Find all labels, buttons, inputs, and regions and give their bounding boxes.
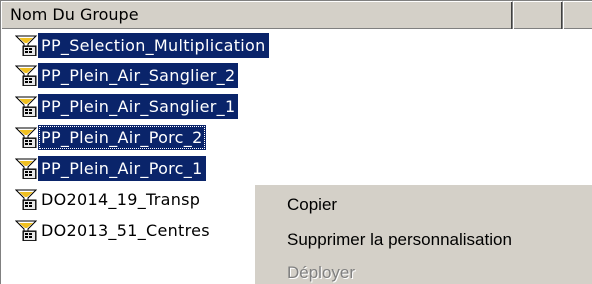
list-item[interactable]: PP_Plein_Air_Porc_2 xyxy=(1,123,206,151)
list-header: Nom Du Groupe xyxy=(1,1,592,29)
menu-item-copier[interactable]: Copier xyxy=(287,192,337,218)
group-name: DO2014_19_Transp xyxy=(41,189,201,209)
group-icon xyxy=(14,126,38,149)
list-item[interactable]: PP_Plein_Air_Sanglier_2 xyxy=(1,61,239,89)
context-menu: Copier Supprimer la personnalisation Dép… xyxy=(254,184,592,284)
group-name: PP_Plein_Air_Porc_2 xyxy=(38,124,206,150)
list-item[interactable]: PP_Plein_Air_Porc_1 xyxy=(1,154,206,182)
menu-item-deployer[interactable]: Déployer xyxy=(287,260,355,284)
group-list-window: Nom Du Groupe PP_Selection_Multiplicatio… xyxy=(0,0,592,284)
menu-item-supprimer-personnalisation[interactable]: Supprimer la personnalisation xyxy=(287,227,512,253)
group-name: DO2013_51_Centres xyxy=(41,220,210,240)
group-icon xyxy=(14,34,38,57)
group-name: PP_Plein_Air_Sanglier_1 xyxy=(38,93,239,119)
group-icon xyxy=(14,95,38,118)
group-name: PP_Plein_Air_Sanglier_2 xyxy=(38,62,239,88)
column-header-name[interactable]: Nom Du Groupe xyxy=(1,1,513,29)
list-item[interactable]: PP_Selection_Multiplication xyxy=(1,31,269,59)
list-item[interactable]: PP_Plein_Air_Sanglier_1 xyxy=(1,92,239,120)
group-name: PP_Plein_Air_Porc_1 xyxy=(38,155,206,181)
group-icon xyxy=(14,157,38,180)
group-icon xyxy=(14,219,38,242)
group-icon xyxy=(14,64,38,87)
group-name: PP_Selection_Multiplication xyxy=(38,32,269,58)
column-header-2[interactable] xyxy=(513,1,563,29)
list-item[interactable]: DO2014_19_Transp xyxy=(1,185,203,213)
column-header-3[interactable] xyxy=(563,1,592,29)
list-item[interactable]: DO2013_51_Centres xyxy=(1,216,213,244)
group-icon xyxy=(14,188,38,211)
